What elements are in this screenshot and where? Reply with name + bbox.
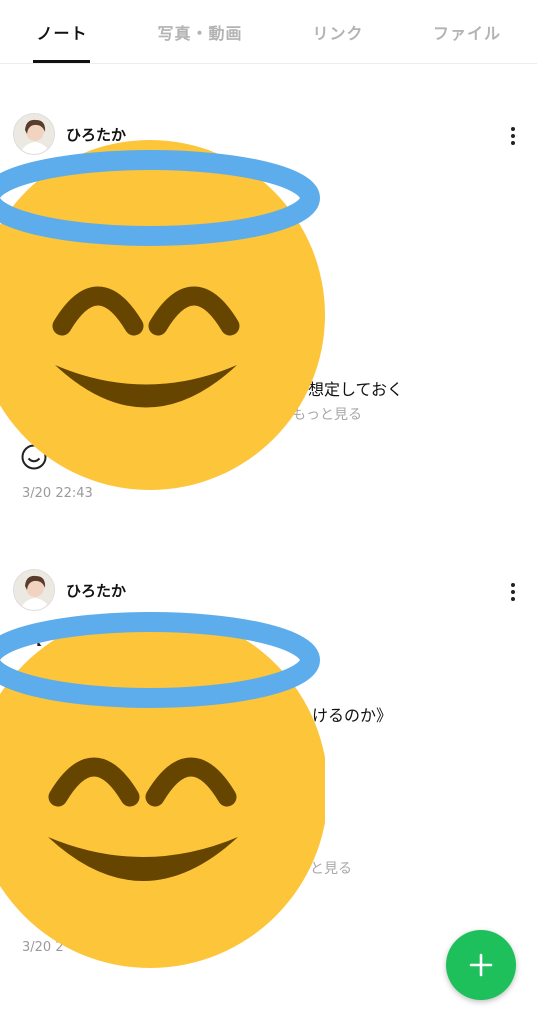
add-note-button[interactable] (446, 930, 516, 1000)
plus-icon (469, 953, 493, 977)
smiling-face-with-halo-emoji (0, 612, 325, 968)
smiling-face-with-halo-emoji (0, 140, 325, 490)
author-name[interactable]: ひろたか (66, 580, 126, 601)
more-options-icon[interactable] (505, 580, 521, 604)
